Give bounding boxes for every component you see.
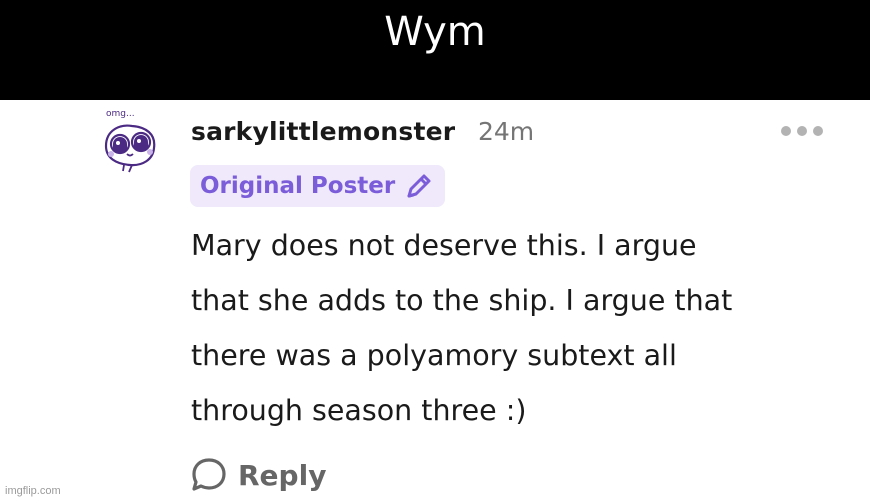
speech-bubble-icon (192, 458, 226, 491)
original-poster-badge: Original Poster (190, 165, 445, 207)
dot (813, 126, 823, 136)
comment-body-line: through season three :) (191, 394, 527, 427)
caption-text: Wym (384, 9, 486, 55)
avatar-image: omg... (104, 109, 156, 173)
avatar-caption: omg... (106, 109, 135, 119)
comment-body-line: there was a polyamory subtext all (191, 339, 677, 372)
dot (797, 126, 807, 136)
comment-body-line: Mary does not deserve this. I argue (191, 229, 697, 262)
reply-label: Reply (238, 458, 327, 492)
comment-card: omg... sarkylittlemonster 24m Original P… (0, 100, 870, 500)
timestamp: 24m (478, 117, 535, 146)
reply-button[interactable]: Reply (190, 455, 326, 495)
badge-label: Original Poster (200, 173, 396, 199)
pencil-icon (407, 174, 431, 198)
comment-body: Mary does not deserve this. I argue that… (191, 218, 831, 438)
caption-bar: Wym (0, 0, 870, 100)
more-dots-icon[interactable] (781, 124, 827, 138)
comment-body-line: that she adds to the ship. I argue that (191, 284, 733, 317)
username[interactable]: sarkylittlemonster (191, 117, 455, 146)
watermark: imgflip.com (5, 485, 61, 497)
avatar[interactable]: omg... (96, 104, 168, 176)
dot (781, 126, 791, 136)
